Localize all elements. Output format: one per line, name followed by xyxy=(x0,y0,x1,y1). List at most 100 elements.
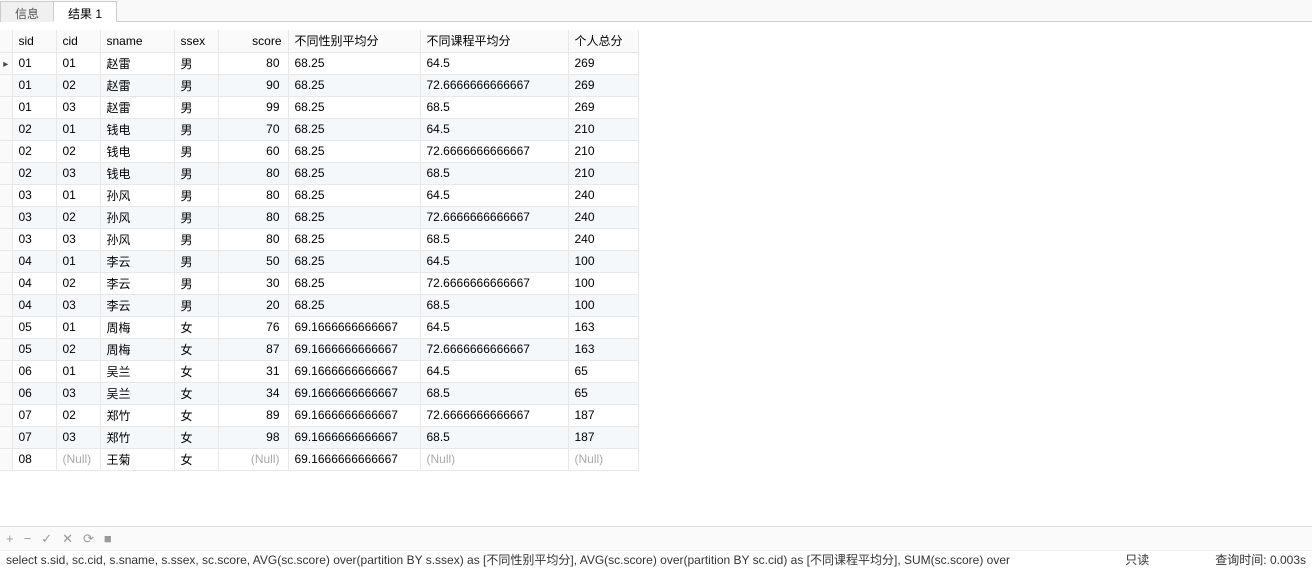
cell-sid[interactable]: 04 xyxy=(12,250,56,272)
cell-sid[interactable]: 06 xyxy=(12,382,56,404)
cell-sname[interactable]: 李云 xyxy=(100,272,174,294)
cell-score[interactable]: 89 xyxy=(218,404,288,426)
cell-sname[interactable]: 钱电 xyxy=(100,118,174,140)
cell-total[interactable]: 210 xyxy=(568,140,638,162)
tab-info[interactable]: 信息 xyxy=(0,1,54,22)
cell-total[interactable]: 100 xyxy=(568,272,638,294)
cell-ssex[interactable]: 男 xyxy=(174,140,218,162)
cell-sname[interactable]: 王菊 xyxy=(100,448,174,470)
col-header-sid[interactable]: sid xyxy=(12,30,56,52)
cell-score[interactable]: 30 xyxy=(218,272,288,294)
cell-total[interactable]: 240 xyxy=(568,184,638,206)
cell-cidavg[interactable]: 68.5 xyxy=(420,382,568,404)
apply-button[interactable]: ✓ xyxy=(41,531,52,547)
cell-score[interactable]: 31 xyxy=(218,360,288,382)
cell-sid[interactable]: 03 xyxy=(12,228,56,250)
cell-score[interactable]: 80 xyxy=(218,228,288,250)
cell-cid[interactable]: 02 xyxy=(56,272,100,294)
cell-total[interactable]: 163 xyxy=(568,338,638,360)
cell-total[interactable]: 163 xyxy=(568,316,638,338)
cell-sname[interactable]: 郑竹 xyxy=(100,426,174,448)
col-header-total[interactable]: 个人总分 xyxy=(568,30,638,52)
cell-cidavg[interactable]: 64.5 xyxy=(420,184,568,206)
cell-score[interactable]: 98 xyxy=(218,426,288,448)
table-row[interactable]: 0201钱电男7068.2564.5210 xyxy=(0,118,638,140)
cell-sname[interactable]: 李云 xyxy=(100,250,174,272)
cell-cid[interactable]: 03 xyxy=(56,294,100,316)
cell-cidavg[interactable]: 72.6666666666667 xyxy=(420,338,568,360)
cell-ssex[interactable]: 男 xyxy=(174,52,218,74)
cell-sexavg[interactable]: 69.1666666666667 xyxy=(288,382,420,404)
table-row[interactable]: 0703郑竹女9869.166666666666768.5187 xyxy=(0,426,638,448)
cell-ssex[interactable]: 女 xyxy=(174,316,218,338)
cell-sname[interactable]: 周梅 xyxy=(100,338,174,360)
cell-score[interactable]: 99 xyxy=(218,96,288,118)
table-row[interactable]: 0502周梅女8769.166666666666772.666666666666… xyxy=(0,338,638,360)
remove-row-button[interactable]: − xyxy=(24,531,32,546)
cell-cid[interactable]: 01 xyxy=(56,250,100,272)
cell-score[interactable]: 50 xyxy=(218,250,288,272)
cell-total[interactable]: 269 xyxy=(568,74,638,96)
cell-ssex[interactable]: 男 xyxy=(174,294,218,316)
cell-cidavg[interactable]: 68.5 xyxy=(420,96,568,118)
cell-sid[interactable]: 07 xyxy=(12,404,56,426)
cell-total[interactable]: 240 xyxy=(568,206,638,228)
cell-sexavg[interactable]: 68.25 xyxy=(288,206,420,228)
cell-sname[interactable]: 孙风 xyxy=(100,228,174,250)
table-row[interactable]: 0601吴兰女3169.166666666666764.565 xyxy=(0,360,638,382)
cell-cid[interactable]: 03 xyxy=(56,228,100,250)
cell-cidavg[interactable]: 68.5 xyxy=(420,426,568,448)
cell-total[interactable]: 210 xyxy=(568,162,638,184)
cell-total[interactable]: 65 xyxy=(568,360,638,382)
cell-score[interactable]: 90 xyxy=(218,74,288,96)
cell-cid[interactable]: 02 xyxy=(56,338,100,360)
cell-ssex[interactable]: 女 xyxy=(174,404,218,426)
cell-sexavg[interactable]: 69.1666666666667 xyxy=(288,360,420,382)
cell-total[interactable]: 269 xyxy=(568,52,638,74)
cell-sid[interactable]: 03 xyxy=(12,184,56,206)
cell-sid[interactable]: 08 xyxy=(12,448,56,470)
cell-cidavg[interactable]: 72.6666666666667 xyxy=(420,272,568,294)
cell-cid[interactable]: 01 xyxy=(56,360,100,382)
table-row[interactable]: 08(Null)王菊女(Null)69.1666666666667(Null)(… xyxy=(0,448,638,470)
cell-cid[interactable]: (Null) xyxy=(56,448,100,470)
cell-sid[interactable]: 04 xyxy=(12,272,56,294)
cell-sname[interactable]: 赵雷 xyxy=(100,74,174,96)
cell-ssex[interactable]: 女 xyxy=(174,360,218,382)
cell-sname[interactable]: 孙风 xyxy=(100,206,174,228)
cell-cid[interactable]: 02 xyxy=(56,140,100,162)
cell-cidavg[interactable]: (Null) xyxy=(420,448,568,470)
cell-total[interactable]: 65 xyxy=(568,382,638,404)
cell-sid[interactable]: 06 xyxy=(12,360,56,382)
cell-sexavg[interactable]: 68.25 xyxy=(288,250,420,272)
cancel-button[interactable]: ✕ xyxy=(62,531,73,547)
cell-total[interactable]: (Null) xyxy=(568,448,638,470)
cell-ssex[interactable]: 男 xyxy=(174,118,218,140)
cell-cidavg[interactable]: 68.5 xyxy=(420,228,568,250)
col-header-sexavg[interactable]: 不同性别平均分 xyxy=(288,30,420,52)
cell-cid[interactable]: 03 xyxy=(56,162,100,184)
cell-sid[interactable]: 01 xyxy=(12,52,56,74)
col-header-score[interactable]: score xyxy=(218,30,288,52)
col-header-cidavg[interactable]: 不同课程平均分 xyxy=(420,30,568,52)
col-header-ssex[interactable]: ssex xyxy=(174,30,218,52)
table-row[interactable]: 0303孙风男8068.2568.5240 xyxy=(0,228,638,250)
cell-sexavg[interactable]: 68.25 xyxy=(288,272,420,294)
cell-ssex[interactable]: 男 xyxy=(174,74,218,96)
cell-cidavg[interactable]: 68.5 xyxy=(420,294,568,316)
table-row[interactable]: 0401李云男5068.2564.5100 xyxy=(0,250,638,272)
cell-total[interactable]: 240 xyxy=(568,228,638,250)
cell-sexavg[interactable]: 68.25 xyxy=(288,184,420,206)
cell-ssex[interactable]: 男 xyxy=(174,228,218,250)
cell-cidavg[interactable]: 64.5 xyxy=(420,118,568,140)
cell-sname[interactable]: 赵雷 xyxy=(100,52,174,74)
cell-score[interactable]: 80 xyxy=(218,206,288,228)
cell-cidavg[interactable]: 64.5 xyxy=(420,360,568,382)
cell-ssex[interactable]: 男 xyxy=(174,96,218,118)
table-row[interactable]: 0603吴兰女3469.166666666666768.565 xyxy=(0,382,638,404)
cell-cidavg[interactable]: 64.5 xyxy=(420,316,568,338)
table-row[interactable]: 0101赵雷男8068.2564.5269 xyxy=(0,52,638,74)
table-row[interactable]: 0501周梅女7669.166666666666764.5163 xyxy=(0,316,638,338)
cell-sid[interactable]: 02 xyxy=(12,140,56,162)
tab-result-1[interactable]: 结果 1 xyxy=(53,1,117,22)
